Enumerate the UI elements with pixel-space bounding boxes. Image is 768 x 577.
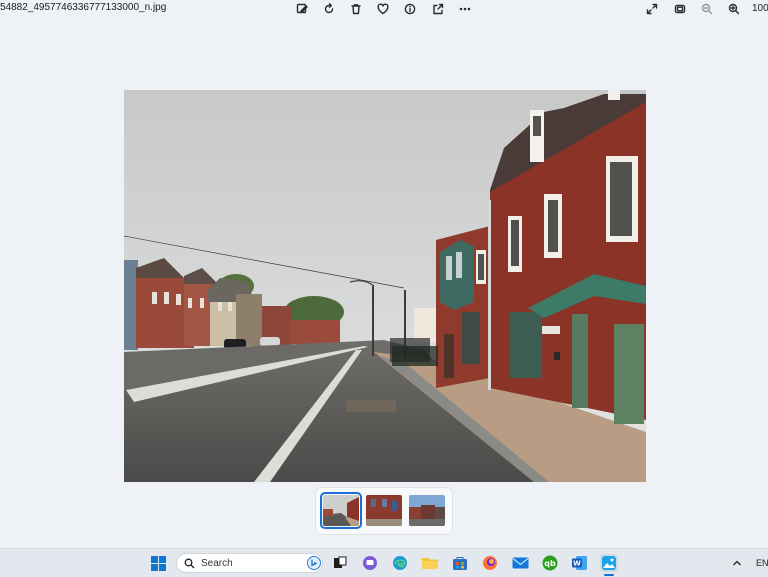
fit-to-window-icon[interactable] bbox=[672, 1, 688, 17]
store-icon[interactable] bbox=[451, 554, 469, 572]
search-label: Search bbox=[201, 558, 233, 569]
zoom-out-icon[interactable] bbox=[699, 1, 715, 17]
thumbnail-street-photo[interactable] bbox=[320, 492, 362, 529]
more-icon[interactable] bbox=[457, 1, 473, 17]
delete-icon[interactable] bbox=[348, 1, 364, 17]
bing-icon[interactable] bbox=[307, 556, 321, 570]
word-icon[interactable]: W bbox=[571, 554, 589, 572]
fullscreen-icon[interactable] bbox=[644, 1, 660, 17]
taskbar-search-box[interactable]: Search bbox=[176, 553, 323, 573]
title-toolbar: 54882_4957746336777133000_n.jpg 100% bbox=[0, 0, 768, 18]
teams-chat-icon[interactable] bbox=[361, 554, 379, 572]
quickbooks-icon[interactable]: qb bbox=[541, 554, 559, 572]
info-icon[interactable] bbox=[402, 1, 418, 17]
thumbnail-street-buildings-photo[interactable] bbox=[409, 495, 445, 526]
rotate-icon[interactable] bbox=[321, 1, 337, 17]
svg-text:W: W bbox=[573, 560, 581, 568]
firefox-icon[interactable] bbox=[481, 554, 499, 572]
taskbar: Search qb W EN bbox=[0, 548, 768, 577]
file-explorer-icon[interactable] bbox=[421, 554, 439, 572]
favorite-icon[interactable] bbox=[375, 1, 391, 17]
task-view-icon[interactable] bbox=[331, 554, 349, 572]
share-icon[interactable] bbox=[430, 1, 446, 17]
svg-text:qb: qb bbox=[544, 559, 556, 568]
zoom-level[interactable]: 100% bbox=[752, 3, 768, 14]
language-indicator[interactable]: EN bbox=[756, 558, 768, 568]
zoom-in-icon[interactable] bbox=[726, 1, 742, 17]
photos-icon[interactable] bbox=[600, 554, 618, 572]
edge-icon[interactable] bbox=[391, 554, 409, 572]
edit-image-icon[interactable] bbox=[294, 1, 310, 17]
search-icon bbox=[184, 558, 195, 569]
chevron-up-icon[interactable] bbox=[730, 554, 744, 572]
thumbnail-brick-building-photo[interactable] bbox=[366, 495, 402, 526]
main-photo[interactable] bbox=[124, 90, 646, 482]
filmstrip bbox=[315, 487, 453, 535]
mail-icon[interactable] bbox=[511, 554, 529, 572]
windows-start-icon[interactable] bbox=[149, 554, 167, 572]
file-name: 54882_4957746336777133000_n.jpg bbox=[0, 2, 167, 13]
